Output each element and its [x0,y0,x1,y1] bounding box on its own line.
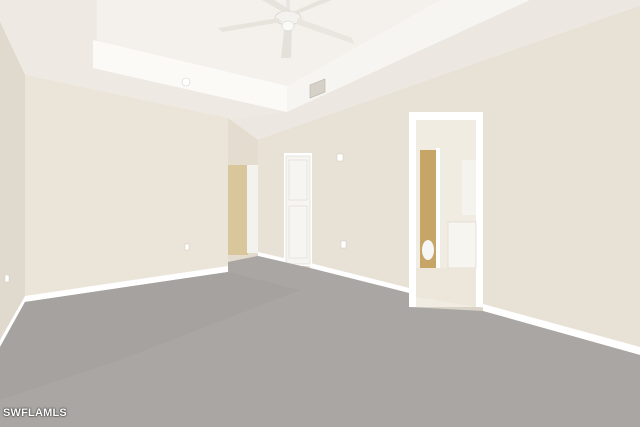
thermostat [336,153,344,162]
bathroom-mirror [462,160,476,215]
toilet [422,240,434,260]
smoke-detector [181,77,191,87]
wall-outlet [184,243,190,251]
hallway-opening [228,165,248,255]
watermark: SWFLAMLS [3,407,67,419]
wall-outlet [340,240,347,249]
bathroom-inner-door-frame [436,148,440,270]
left-wall [0,22,25,345]
closet-door [285,155,311,265]
hallway-door [247,165,258,253]
wall-outlet [4,274,10,283]
bathroom-vanity [447,221,477,269]
room-scene [0,0,640,427]
